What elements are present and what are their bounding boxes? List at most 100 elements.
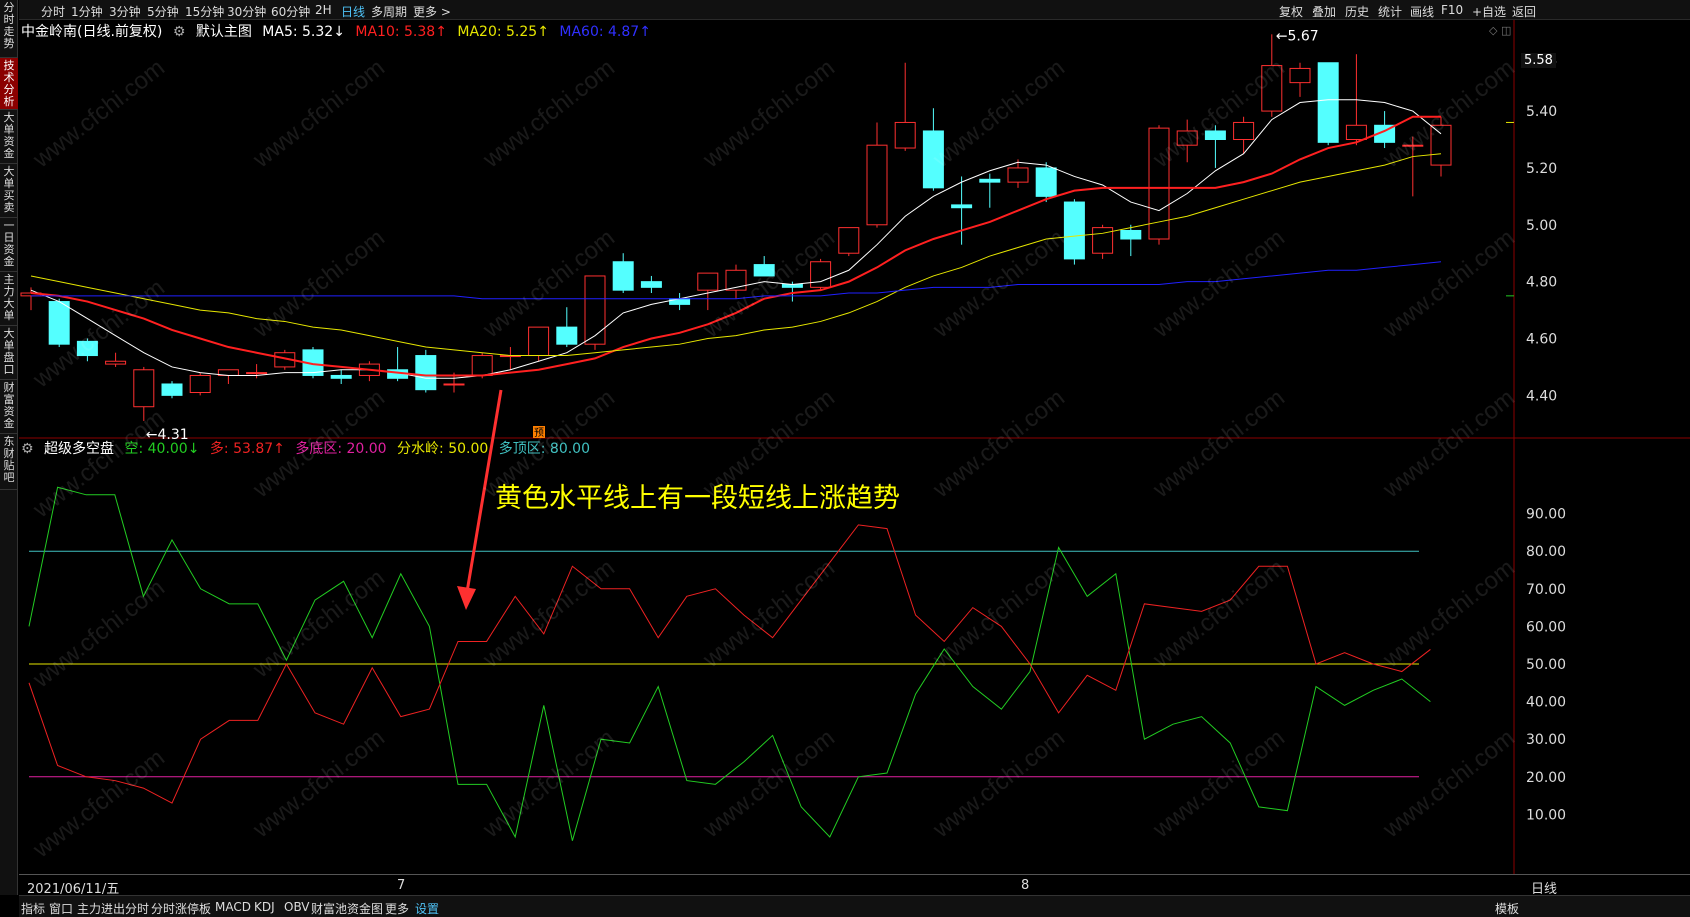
toolbar-right-1[interactable]: 叠加	[1312, 3, 1336, 20]
period-tab-7[interactable]: 2H	[315, 3, 332, 17]
candle-body	[246, 372, 268, 375]
bottom-tab-5[interactable]: KDJ	[254, 900, 275, 914]
ma10-value: MA10: 5.38↑	[355, 24, 447, 40]
ma60-value: MA60: 4.87↑	[559, 24, 651, 40]
candle-body	[471, 355, 493, 376]
price-axis-label: 5.40	[1526, 104, 1557, 120]
period-tab-8[interactable]: 日线	[341, 3, 365, 20]
sub-axis-label: 30.00	[1526, 732, 1566, 748]
sub-axis-label: 10.00	[1526, 807, 1566, 823]
duo-value: 多: 53.87↑	[209, 441, 285, 457]
left-tab-2[interactable]: 大单资金	[0, 110, 18, 164]
bottom-tab-8[interactable]: 更多	[385, 900, 409, 917]
period-tab-3[interactable]: 5分钟	[147, 3, 179, 20]
main-legend: 中金岭南(日线.前复权) ⚙ 默认主图 MA5: 5.32↓ MA10: 5.3…	[21, 21, 657, 41]
left-tab-0[interactable]: 分时走势	[0, 0, 18, 58]
bottom-tab-3[interactable]: 分时涨停板	[151, 900, 211, 917]
candle-body	[1261, 65, 1283, 112]
candle-body	[1233, 121, 1255, 140]
candle-body	[556, 326, 578, 345]
candle-body	[753, 264, 775, 277]
indicator-gear-icon[interactable]: ⚙	[173, 24, 186, 40]
price-axis-label: 4.40	[1526, 388, 1557, 404]
bottom-tab-7[interactable]: 财富池资金图	[311, 900, 383, 917]
sub-axis-label: 70.00	[1526, 582, 1566, 598]
candle-body	[105, 360, 127, 365]
candle-body	[697, 272, 719, 291]
toolbar-right-4[interactable]: 画线	[1410, 3, 1434, 20]
candle-body	[894, 121, 916, 149]
sub-axis-label: 90.00	[1526, 507, 1566, 523]
duodingqu-value: 多顶区: 80.00	[498, 441, 590, 457]
period-tab-4[interactable]: 15分钟	[185, 3, 224, 20]
bottom-tab-0[interactable]: 指标	[21, 900, 45, 917]
high-price-label: ←5.67	[1276, 28, 1319, 44]
candle-body	[979, 178, 1001, 183]
main-indicator-name[interactable]: 默认主图	[196, 24, 252, 40]
sub-indicator-name[interactable]: 超级多空盘	[44, 441, 114, 457]
candle-body	[1063, 201, 1085, 260]
price-axis-label: 4.80	[1526, 275, 1557, 291]
price-axis-label: 5.00	[1526, 218, 1557, 234]
bottom-tab-6[interactable]: OBV	[284, 900, 310, 914]
left-tab-7[interactable]: 财富资金	[0, 380, 18, 434]
fenshuiling-value: 分水岭: 50.00	[397, 441, 489, 457]
annotation-note: 黄色水平线上有一段短线上涨趋势	[495, 483, 900, 514]
candle-body	[415, 355, 437, 391]
candle-body	[48, 301, 70, 345]
bottom-tab-2[interactable]: 主力进出分时	[77, 900, 149, 917]
sub-axis-label: 40.00	[1526, 695, 1566, 711]
toolbar-right-0[interactable]: 复权	[1279, 3, 1303, 20]
candle-body	[443, 383, 465, 386]
candle-body	[1007, 167, 1029, 183]
left-tab-1[interactable]: 技术分析	[0, 58, 18, 110]
toolbar-right-6[interactable]: +自选	[1472, 3, 1506, 20]
toolbar-right-2[interactable]: 历史	[1345, 3, 1369, 20]
bottom-tab-9[interactable]: 设置	[415, 900, 439, 917]
period-tab-0[interactable]: 分时	[41, 3, 65, 20]
period-tab-6[interactable]: 60分钟	[271, 3, 310, 20]
left-tab-8[interactable]: 东财贴吧	[0, 434, 18, 490]
candle-body	[866, 144, 888, 226]
candle-body	[1317, 62, 1339, 143]
stock-title[interactable]: 中金岭南(日线.前复权)	[21, 24, 162, 40]
duodiqu-value: 多底区: 20.00	[295, 441, 387, 457]
bottom-tab-1[interactable]: 窗口	[49, 900, 73, 917]
candle-body	[584, 275, 606, 345]
candle-body	[951, 204, 973, 209]
left-tab-3[interactable]: 大单买卖	[0, 164, 18, 218]
price-axis-label: 5.20	[1526, 161, 1557, 177]
kong-value: 空: 40.00↓	[124, 441, 200, 457]
left-tab-6[interactable]: 大单盘口	[0, 326, 18, 380]
candle-body	[189, 374, 211, 394]
left-tab-strip: 分时走势 技术分析 大单资金 大单买卖 一日资金 主力大单 大单盘口 财富资金 东财贴吧	[0, 0, 18, 895]
toolbar-right-3[interactable]: 统计	[1378, 3, 1402, 20]
left-tab-4[interactable]: 一日资金	[0, 218, 18, 272]
sub-axis-label: 80.00	[1526, 544, 1566, 560]
period-toolbar: 分时 1分钟 3分钟 5分钟 15分钟 30分钟 60分钟 2H 日线 多周期 更多 > 复权 叠加 历史…	[19, 0, 1690, 20]
bottom-tab-bar: 指标 窗口 主力进出分时 分时涨停板 MACD KDJ OBV 财富池资金图 更多 设置 模板	[19, 895, 1690, 917]
sub-axis-label: 50.00	[1526, 657, 1566, 673]
left-tab-5[interactable]: 主力大单	[0, 272, 18, 326]
candle-body	[161, 383, 183, 396]
date-month-8: 8	[1021, 878, 1030, 893]
period-tab-1[interactable]: 1分钟	[71, 3, 103, 20]
candle-body	[1176, 130, 1198, 146]
period-tab-5[interactable]: 30分钟	[227, 3, 266, 20]
date-month-7: 7	[397, 878, 406, 893]
candle-body	[612, 261, 634, 291]
candle-body	[1120, 229, 1142, 240]
candle-body	[1035, 167, 1057, 197]
template-button[interactable]: 模板	[1495, 900, 1519, 917]
period-tab-2[interactable]: 3分钟	[109, 3, 141, 20]
candle-body	[76, 340, 98, 357]
period-tab-10[interactable]: 更多 >	[413, 3, 451, 20]
bottom-tab-4[interactable]: MACD	[215, 900, 251, 914]
sub-indicator-gear-icon[interactable]: ⚙	[21, 441, 34, 457]
current-price-badge: 5.58	[1521, 53, 1556, 68]
candle-body	[528, 326, 550, 357]
toolbar-right-5[interactable]: F10	[1441, 3, 1463, 17]
toolbar-right-7[interactable]: 返回	[1512, 3, 1536, 20]
period-tab-9[interactable]: 多周期	[371, 3, 407, 20]
candle-body	[1430, 124, 1452, 166]
